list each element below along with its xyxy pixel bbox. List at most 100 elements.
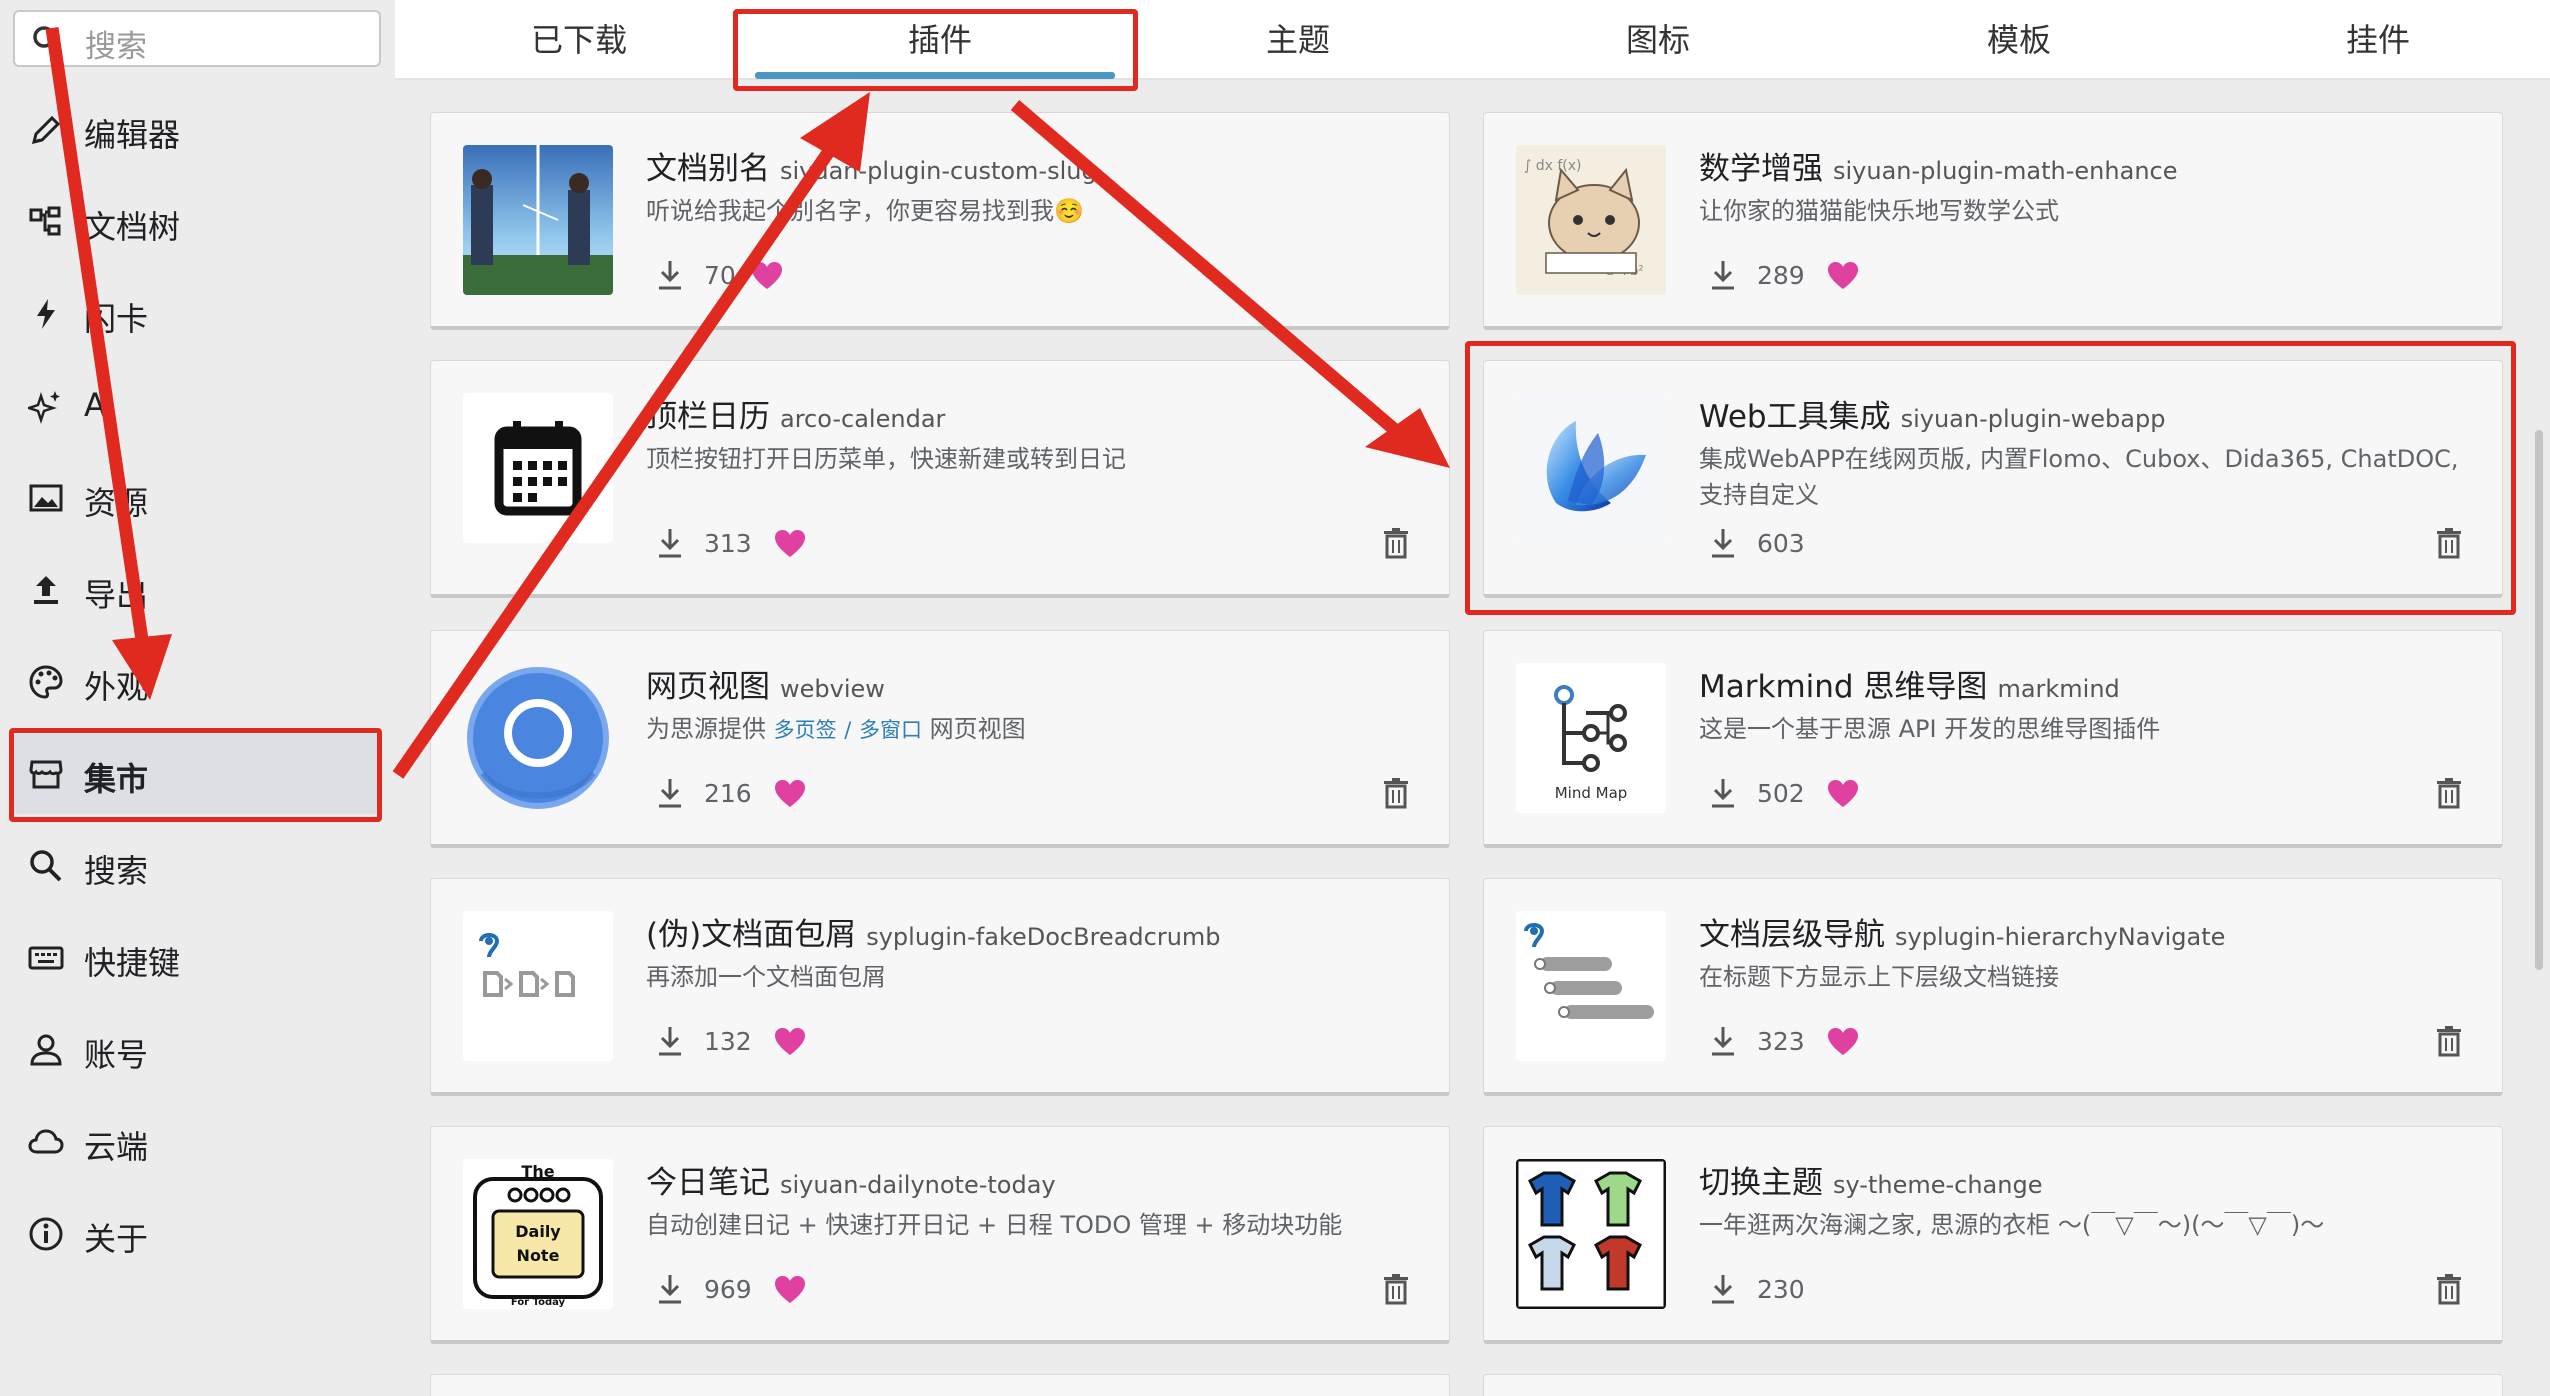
scrollbar[interactable]: [2535, 430, 2543, 970]
plugin-card-arco-calendar[interactable]: 顶栏日历 arco-calendar 顶栏按钮打开日历菜单，快速新建或转到日记 3…: [430, 360, 1450, 598]
tab-icons[interactable]: 图标: [1508, 0, 1808, 80]
trash-icon[interactable]: [2436, 1025, 2462, 1057]
sidebar-item-ai[interactable]: AI: [12, 366, 380, 446]
tab-themes[interactable]: 主题: [1148, 0, 1448, 80]
heart-icon[interactable]: [1827, 261, 1859, 291]
heart-icon[interactable]: [1827, 779, 1859, 809]
annotation-box-webapp-card: [1465, 341, 2516, 615]
plugin-name: 文档层级导航: [1699, 917, 1885, 953]
plugin-package: syplugin-fakeDocBreadcrumb: [866, 923, 1221, 951]
plugin-card-theme-change[interactable]: 切换主题 sy-theme-change 一年逛两次海澜之家, 思源的衣柜 ～(￣…: [1483, 1126, 2503, 1344]
pencil-icon: [31, 115, 61, 145]
plugin-thumbnail-cat-drawing: ∫ dx f(x)a²+b²: [1516, 145, 1666, 295]
plugin-card-partial: [430, 1374, 1450, 1396]
annotation-box-plugins-tab: [733, 9, 1138, 91]
plugin-card-math-enhance[interactable]: ∫ dx f(x)a²+b² 数学增强 siyuan-plugin-math-en…: [1483, 112, 2503, 330]
sidebar-item-account[interactable]: 账号: [12, 1010, 380, 1090]
plugin-stats: 289: [1699, 257, 1899, 297]
download-icon: [1712, 261, 1734, 290]
sparkle-icon: [28, 391, 60, 424]
heart-icon[interactable]: [774, 1027, 806, 1057]
download-count: 289: [1757, 261, 1805, 290]
sidebar-item-doctree[interactable]: 文档树: [12, 182, 380, 262]
plugin-card-custom-slug[interactable]: 文档别名 siyuan-plugin-custom-slug 听说给我起个别名字，…: [430, 112, 1450, 330]
svg-text:∫ dx f(x): ∫ dx f(x): [1524, 158, 1582, 174]
sidebar-item-assets[interactable]: 资源: [12, 458, 380, 538]
plugin-stats: 969: [646, 1271, 846, 1311]
image-icon: [29, 484, 63, 512]
download-icon: [659, 779, 681, 808]
download-count: 313: [704, 529, 752, 558]
tab-templates[interactable]: 模板: [1869, 0, 2169, 80]
tree-icon: [29, 206, 61, 236]
plugin-package: siyuan-plugin-math-enhance: [1833, 157, 2178, 185]
svg-text:For Today: For Today: [511, 1297, 566, 1308]
plugin-thumbnail-breadcrumb-logo: [463, 911, 613, 1061]
download-icon: [659, 261, 681, 290]
search-placeholder: 搜索: [85, 29, 147, 65]
plugin-card-partial: [1483, 1374, 2503, 1396]
plugin-package: siyuan-plugin-custom-slug: [780, 157, 1097, 185]
plugin-description: 自动创建日记 + 快速打开日记 + 日程 TODO 管理 + 移动块功能: [646, 1211, 1343, 1239]
sidebar-item-about[interactable]: 关于: [12, 1194, 380, 1274]
palette-icon: [29, 665, 63, 699]
heart-icon[interactable]: [751, 261, 783, 291]
sidebar: 搜索 编辑器 文档树 闪卡 AI 资源 导出 外观 集市 搜索 快捷键 账号 云…: [0, 0, 395, 1396]
plugin-card-dailynote-today[interactable]: The Daily Note For Today 今日笔记 siyuan-dailyno…: [430, 1126, 1450, 1344]
plugin-package: sy-theme-change: [1833, 1171, 2043, 1199]
tab-downloaded[interactable]: 已下载: [429, 0, 729, 80]
download-count: 323: [1757, 1027, 1805, 1056]
plugin-package: webview: [780, 675, 885, 703]
sidebar-item-export[interactable]: 导出: [12, 550, 380, 630]
tab-widgets[interactable]: 挂件: [2228, 0, 2528, 80]
plugin-name: 顶栏日历: [646, 399, 770, 435]
search-input[interactable]: 搜索: [13, 10, 381, 67]
plugin-stats: 230: [1699, 1271, 1899, 1311]
plugin-thumbnail-tshirts-logo: [1516, 1159, 1666, 1309]
download-icon: [659, 1275, 681, 1304]
heart-icon[interactable]: [774, 779, 806, 809]
download-count: 969: [704, 1275, 752, 1304]
plugin-description: 再添加一个文档面包屑: [646, 963, 886, 991]
download-count: 70: [704, 261, 736, 290]
search-icon: [33, 26, 62, 55]
cloud-icon: [28, 1129, 64, 1154]
plugin-card-hierarchy-navigate[interactable]: 文档层级导航 syplugin-hierarchyNavigate 在标题下方显示…: [1483, 878, 2503, 1096]
trash-icon[interactable]: [1383, 777, 1409, 809]
plugin-card-fake-breadcrumb[interactable]: (伪)文档面包屑 syplugin-fakeDocBreadcrumb 再添加一个…: [430, 878, 1450, 1096]
svg-text:The: The: [521, 1162, 554, 1181]
plugin-stats: 313: [646, 525, 846, 565]
plugin-thumbnail-chrome-logo: [463, 663, 613, 813]
sidebar-item-appearance[interactable]: 外观: [12, 642, 380, 722]
trash-icon[interactable]: [1383, 1273, 1409, 1305]
sidebar-item-keymap[interactable]: 快捷键: [12, 918, 380, 998]
tag-multi-tab[interactable]: 多页签: [774, 718, 837, 742]
download-icon: [659, 1027, 681, 1056]
svg-text:Mind Map: Mind Map: [1555, 784, 1628, 802]
download-count: 132: [704, 1027, 752, 1056]
heart-icon[interactable]: [1827, 1027, 1859, 1057]
svg-text:Note: Note: [517, 1246, 560, 1265]
trash-icon[interactable]: [2436, 777, 2462, 809]
plugin-package: arco-calendar: [780, 405, 946, 433]
plugin-package: siyuan-dailynote-today: [780, 1171, 1056, 1199]
heart-icon[interactable]: [774, 1275, 806, 1305]
sidebar-item-cloud[interactable]: 云端: [12, 1102, 380, 1182]
heart-icon[interactable]: [774, 529, 806, 559]
plugin-card-webview[interactable]: 网页视图 webview 为思源提供 多页签 / 多窗口 网页视图 216: [430, 630, 1450, 848]
trash-icon[interactable]: [2436, 1273, 2462, 1305]
download-count: 230: [1757, 1275, 1805, 1304]
sidebar-item-editor[interactable]: 编辑器: [12, 90, 380, 170]
info-icon: [29, 1217, 63, 1251]
trash-icon[interactable]: [1383, 527, 1409, 559]
plugin-card-markmind[interactable]: Mind Map Markmind 思维导图 markmind 这是一个基于思源 …: [1483, 630, 2503, 848]
sidebar-item-search[interactable]: 搜索: [12, 826, 380, 906]
tag-multi-window[interactable]: 多窗口: [859, 718, 922, 742]
annotation-box-marketplace: [9, 728, 382, 822]
plugin-stats: 323: [1699, 1023, 1899, 1063]
plugin-thumbnail-calendar: [463, 393, 613, 543]
plugin-description: 听说给我起个别名字，你更容易找到我☺️: [646, 197, 1084, 225]
sidebar-item-flashcard[interactable]: 闪卡: [12, 274, 380, 354]
download-icon: [1712, 1027, 1734, 1056]
plugin-name: 文档别名: [646, 151, 770, 187]
